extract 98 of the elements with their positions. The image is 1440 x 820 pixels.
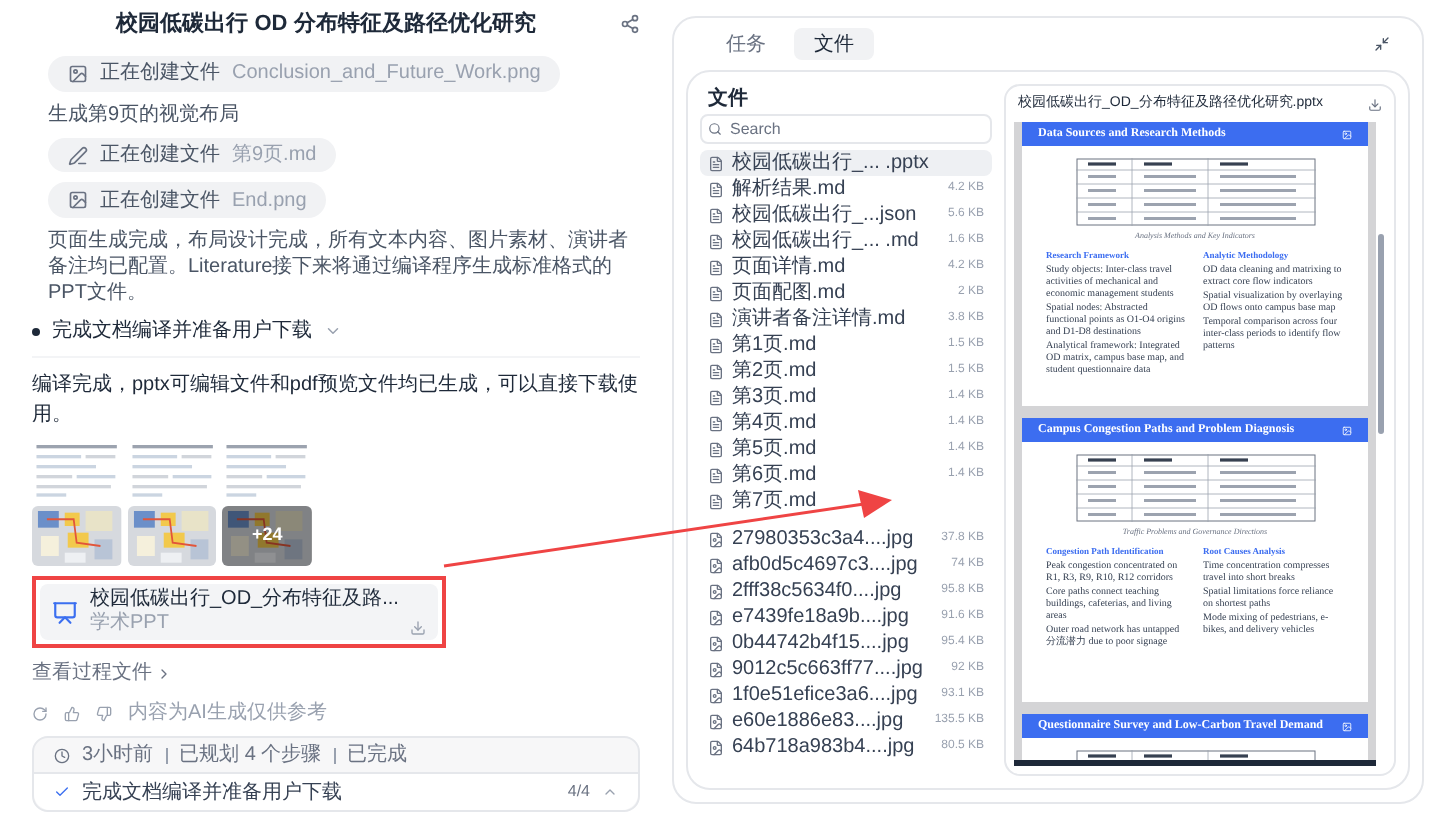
pen-icon <box>68 145 88 165</box>
file-name: 0b44742b4f15....jpg <box>732 631 911 655</box>
activity-label: 正在创建文件 <box>100 187 220 216</box>
file-name: 64b718a983b4....jpg <box>732 735 917 759</box>
panel-tab[interactable]: 任务 <box>706 28 786 60</box>
file-name: Conclusion_and_Future_Work.png <box>232 60 541 89</box>
file-name: 1f0e51efice3a6....jpg <box>732 683 920 707</box>
file-name: 2fff38c5634f0....jpg <box>732 579 904 603</box>
document-icon <box>708 493 724 509</box>
collapse-icon[interactable] <box>1374 36 1390 52</box>
image-file-icon <box>708 557 724 573</box>
document-icon <box>708 389 724 405</box>
files-heading: 文件 <box>706 85 750 114</box>
share-icon[interactable] <box>620 14 640 34</box>
file-name: 解析结果.md <box>732 177 848 201</box>
file-activity-chip[interactable]: 正在创建文件 End.png <box>48 182 327 219</box>
file-name: 校园低碳出行_... .pptx <box>732 151 931 175</box>
file-activity-chip[interactable]: 正在创建文件 第9页.md <box>48 137 337 173</box>
image-icon <box>1342 425 1352 435</box>
image-file-icon <box>708 713 724 729</box>
file-name: 第4页.md <box>732 411 819 435</box>
file-row[interactable]: 第7页.md <box>700 488 992 514</box>
file-name: 校园低碳出行_...json <box>732 203 919 227</box>
document-icon <box>708 155 724 171</box>
file-name: 校园低碳出行_... .md <box>732 229 921 253</box>
document-icon <box>708 467 724 483</box>
file-card-name: 校园低碳出行_OD_分布特征及路... <box>90 588 399 611</box>
file-name: afb0d5c4697c3....jpg <box>732 553 920 577</box>
status-time: 3小时前 <box>82 741 154 770</box>
status-state: 已完成 <box>347 741 408 770</box>
file-card[interactable]: 校园低碳出行_OD_分布特征及路... 学术PPT <box>40 584 439 641</box>
image-file-icon <box>708 661 724 677</box>
chevron-right-icon <box>156 665 172 682</box>
file-activity-chip[interactable]: 正在创建文件 Conclusion_and_Future_Work.png <box>48 56 561 92</box>
progress-text: 生成第9页的视觉布局 <box>48 101 242 128</box>
thumbs-up-icon[interactable] <box>64 705 80 722</box>
step-counter: 4/4 <box>567 780 590 804</box>
chevron-up-icon[interactable] <box>602 784 618 800</box>
image-file-icon <box>708 531 724 547</box>
image-icon <box>1342 721 1352 731</box>
file-name: 27980353c3a4....jpg <box>732 527 916 551</box>
file-name: 9012c5c663ff77....jpg <box>732 657 925 681</box>
file-card-type: 学术PPT <box>90 612 171 637</box>
document-icon <box>708 181 724 197</box>
document-icon <box>708 415 724 431</box>
thumbs-down-icon[interactable] <box>96 705 112 722</box>
search-field[interactable]: Search <box>700 114 992 144</box>
document-icon <box>708 441 724 457</box>
step-bullet <box>32 327 40 336</box>
file-name: e60e1886e83....jpg <box>732 709 906 733</box>
clock-icon <box>54 747 70 763</box>
regenerate-icon[interactable] <box>32 705 48 722</box>
image-file-icon <box>708 687 724 703</box>
process-files-link[interactable]: 查看过程文件 <box>32 658 172 689</box>
image-file-icon <box>708 609 724 625</box>
file-name: 第7页.md <box>732 489 819 513</box>
document-icon <box>708 233 724 249</box>
more-count[interactable]: +24 <box>222 506 312 567</box>
download-icon[interactable] <box>1368 97 1382 111</box>
file-name: 演讲者备注详情.md <box>732 307 908 331</box>
file-name: 第3页.md <box>732 385 819 409</box>
document-icon <box>708 259 724 275</box>
image-icon <box>68 190 88 211</box>
file-name: 页面配图.md <box>732 281 848 305</box>
disclaimer: 内容为AI生成仅供参考 <box>128 699 327 728</box>
file-name: 第2页.md <box>732 359 819 383</box>
document-icon <box>708 337 724 353</box>
progress-text: 页面生成完成，布局设计完成，所有文本内容、图片素材、演讲者备注均已配置。Literature接下来将通过编译程序生成标准格式的PPT文件。 <box>48 228 630 307</box>
file-row[interactable]: 校园低碳出行_... .pptx <box>700 150 992 176</box>
document-icon <box>708 363 724 379</box>
image-icon <box>1342 129 1352 139</box>
file-name: 第9页.md <box>232 142 317 170</box>
current-step: 完成文档编译并准备用户下载 <box>82 777 556 807</box>
image-file-icon <box>708 583 724 599</box>
current-step-bar[interactable]: 完成文档编译并准备用户下载 4/4 <box>34 772 638 810</box>
chat-title: 校园低碳出行 OD 分布特征及路径优化研究 <box>113 9 538 40</box>
document-icon <box>708 207 724 223</box>
file-name: 第1页.md <box>732 333 819 357</box>
image-file-icon <box>708 635 724 651</box>
activity-label: 正在创建文件 <box>100 59 220 89</box>
answer-text: 编译完成，pptx可编辑文件和pdf预览文件均已生成，可以直接下载使用。 <box>32 371 640 431</box>
activity-label: 正在创建文件 <box>100 141 220 170</box>
panel-tab[interactable]: 文件 <box>794 28 874 60</box>
file-name: 页面详情.md <box>732 255 848 279</box>
file-name: 第6页.md <box>732 463 819 487</box>
status-plan: 已规划 4 个步骤 <box>179 741 322 770</box>
image-icon <box>68 63 88 84</box>
file-name: 第5页.md <box>732 437 819 461</box>
image-file-icon <box>708 739 724 755</box>
document-icon <box>708 311 724 327</box>
file-name: End.png <box>232 187 307 216</box>
download-icon[interactable] <box>410 620 427 637</box>
search-icon <box>708 122 722 136</box>
check-icon <box>54 784 70 800</box>
step-title[interactable]: 完成文档编译并准备用户下载 <box>52 316 312 347</box>
document-icon <box>708 285 724 301</box>
presentation-file-icon <box>52 599 78 626</box>
file-name: e7439fe18a9b....jpg <box>732 605 911 629</box>
